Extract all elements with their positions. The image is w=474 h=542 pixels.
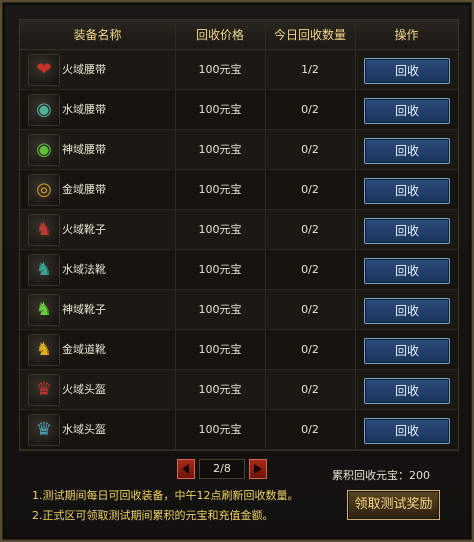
today-count: 0/2 [301, 343, 319, 356]
column-divider [355, 20, 356, 450]
item-name: 金域腰带 [62, 183, 106, 196]
recycle-table: 装备名称 回收价格 今日回收数量 操作 ❤ 火域腰带 100元宝 1/2 回收 ◉ 水域腰带… [19, 19, 459, 451]
today-count: 0/2 [301, 423, 319, 436]
table-row: ❤ 火域腰带 100元宝 1/2 回收 [20, 50, 458, 90]
item-name: 水域头盔 [62, 423, 106, 436]
recycle-button[interactable]: 回收 [364, 298, 450, 324]
water-boots-icon-glyph: ♞ [35, 259, 53, 280]
header-price: 回收价格 [195, 28, 244, 42]
item-price: 100元宝 [198, 223, 242, 236]
table-row: ◉ 神域腰带 100元宝 0/2 回收 [20, 130, 458, 170]
arrow-right-icon [254, 464, 262, 474]
item-price: 100元宝 [198, 143, 242, 156]
today-count: 0/2 [301, 263, 319, 276]
table-row: ♞ 水域法靴 100元宝 0/2 回收 [20, 250, 458, 290]
item-price: 100元宝 [198, 263, 242, 276]
recycle-button[interactable]: 回收 [364, 378, 450, 404]
item-name: 火域头盔 [62, 383, 106, 396]
today-count: 0/2 [301, 143, 319, 156]
item-name: 火域腰带 [62, 63, 106, 76]
claim-test-reward-button[interactable]: 领取测试奖励 [347, 490, 440, 520]
item-name: 神域靴子 [62, 303, 106, 316]
column-divider [175, 20, 176, 450]
table-row: ♞ 神域靴子 100元宝 0/2 回收 [20, 290, 458, 330]
table-header: 装备名称 回收价格 今日回收数量 操作 [20, 20, 458, 50]
header-action: 操作 [394, 28, 419, 42]
divine-belt-icon: ◉ [28, 134, 60, 166]
page-indicator: 2/8 [199, 459, 245, 479]
water-belt-icon: ◉ [28, 94, 60, 126]
total-recycled-yuanbao: 累积回收元宝：200 [332, 469, 430, 482]
today-count: 1/2 [301, 63, 319, 76]
today-count: 0/2 [301, 183, 319, 196]
fire-boots-icon: ♞ [28, 214, 60, 246]
header-name: 装备名称 [73, 28, 122, 42]
table-row: ◎ 金域腰带 100元宝 0/2 回收 [20, 170, 458, 210]
item-price: 100元宝 [198, 63, 242, 76]
recycle-button[interactable]: 回收 [364, 418, 450, 444]
table-body: ❤ 火域腰带 100元宝 1/2 回收 ◉ 水域腰带 100元宝 0/2 回收 ◉ 神域腰带 100元宝… [20, 50, 458, 450]
gold-belt-icon-glyph: ◎ [36, 179, 52, 200]
item-price: 100元宝 [198, 103, 242, 116]
table-row: ♛ 水域头盔 100元宝 0/2 回收 [20, 410, 458, 450]
column-divider [265, 20, 266, 450]
table-row: ♞ 火域靴子 100元宝 0/2 回收 [20, 210, 458, 250]
item-price: 100元宝 [198, 383, 242, 396]
water-helmet-icon: ♛ [28, 414, 60, 446]
next-page-button[interactable] [249, 459, 267, 479]
equipment-recycle-panel: 装备名称 回收价格 今日回收数量 操作 ❤ 火域腰带 100元宝 1/2 回收 ◉ 水域腰带… [0, 0, 474, 542]
recycle-button[interactable]: 回收 [364, 258, 450, 284]
divine-boots-icon: ♞ [28, 294, 60, 326]
item-price: 100元宝 [198, 183, 242, 196]
fire-belt-icon-glyph: ❤ [36, 59, 52, 80]
today-count: 0/2 [301, 303, 319, 316]
gold-boots-icon: ♞ [28, 334, 60, 366]
item-name: 水域腰带 [62, 103, 106, 116]
recycle-button[interactable]: 回收 [364, 178, 450, 204]
table-row: ♞ 金域道靴 100元宝 0/2 回收 [20, 330, 458, 370]
item-name: 金域道靴 [62, 343, 106, 356]
item-name: 水域法靴 [62, 263, 106, 276]
water-belt-icon-glyph: ◉ [36, 99, 52, 120]
recycle-button[interactable]: 回收 [364, 338, 450, 364]
fire-helmet-icon-glyph: ♛ [35, 379, 53, 400]
water-boots-icon: ♞ [28, 254, 60, 286]
gold-belt-icon: ◎ [28, 174, 60, 206]
item-name: 神域腰带 [62, 143, 106, 156]
note-line: 2.正式区可领取测试期间累积的元宝和充值金额。 [32, 509, 274, 522]
notes: 1.测试期间每日可回收装备，中午12点刷新回收数量。 2.正式区可领取测试期间累… [32, 488, 299, 528]
header-today-count: 今日回收数量 [273, 28, 346, 42]
pagination: 2/8 [177, 459, 271, 481]
divine-belt-icon-glyph: ◉ [36, 139, 52, 160]
recycle-button[interactable]: 回收 [364, 218, 450, 244]
fire-belt-icon: ❤ [28, 54, 60, 86]
item-name: 火域靴子 [62, 223, 106, 236]
item-price: 100元宝 [198, 423, 242, 436]
table-row: ♛ 火域头盔 100元宝 0/2 回收 [20, 370, 458, 410]
gold-boots-icon-glyph: ♞ [35, 339, 53, 360]
today-count: 0/2 [301, 383, 319, 396]
prev-page-button[interactable] [177, 459, 195, 479]
note-line: 1.测试期间每日可回收装备，中午12点刷新回收数量。 [32, 489, 299, 502]
today-count: 0/2 [301, 103, 319, 116]
divine-boots-icon-glyph: ♞ [35, 299, 53, 320]
fire-boots-icon-glyph: ♞ [35, 219, 53, 240]
recycle-button[interactable]: 回收 [364, 58, 450, 84]
table-row: ◉ 水域腰带 100元宝 0/2 回收 [20, 90, 458, 130]
arrow-left-icon [182, 464, 189, 474]
recycle-button[interactable]: 回收 [364, 98, 450, 124]
item-price: 100元宝 [198, 343, 242, 356]
item-price: 100元宝 [198, 303, 242, 316]
water-helmet-icon-glyph: ♛ [35, 419, 53, 440]
fire-helmet-icon: ♛ [28, 374, 60, 406]
today-count: 0/2 [301, 223, 319, 236]
recycle-button[interactable]: 回收 [364, 138, 450, 164]
